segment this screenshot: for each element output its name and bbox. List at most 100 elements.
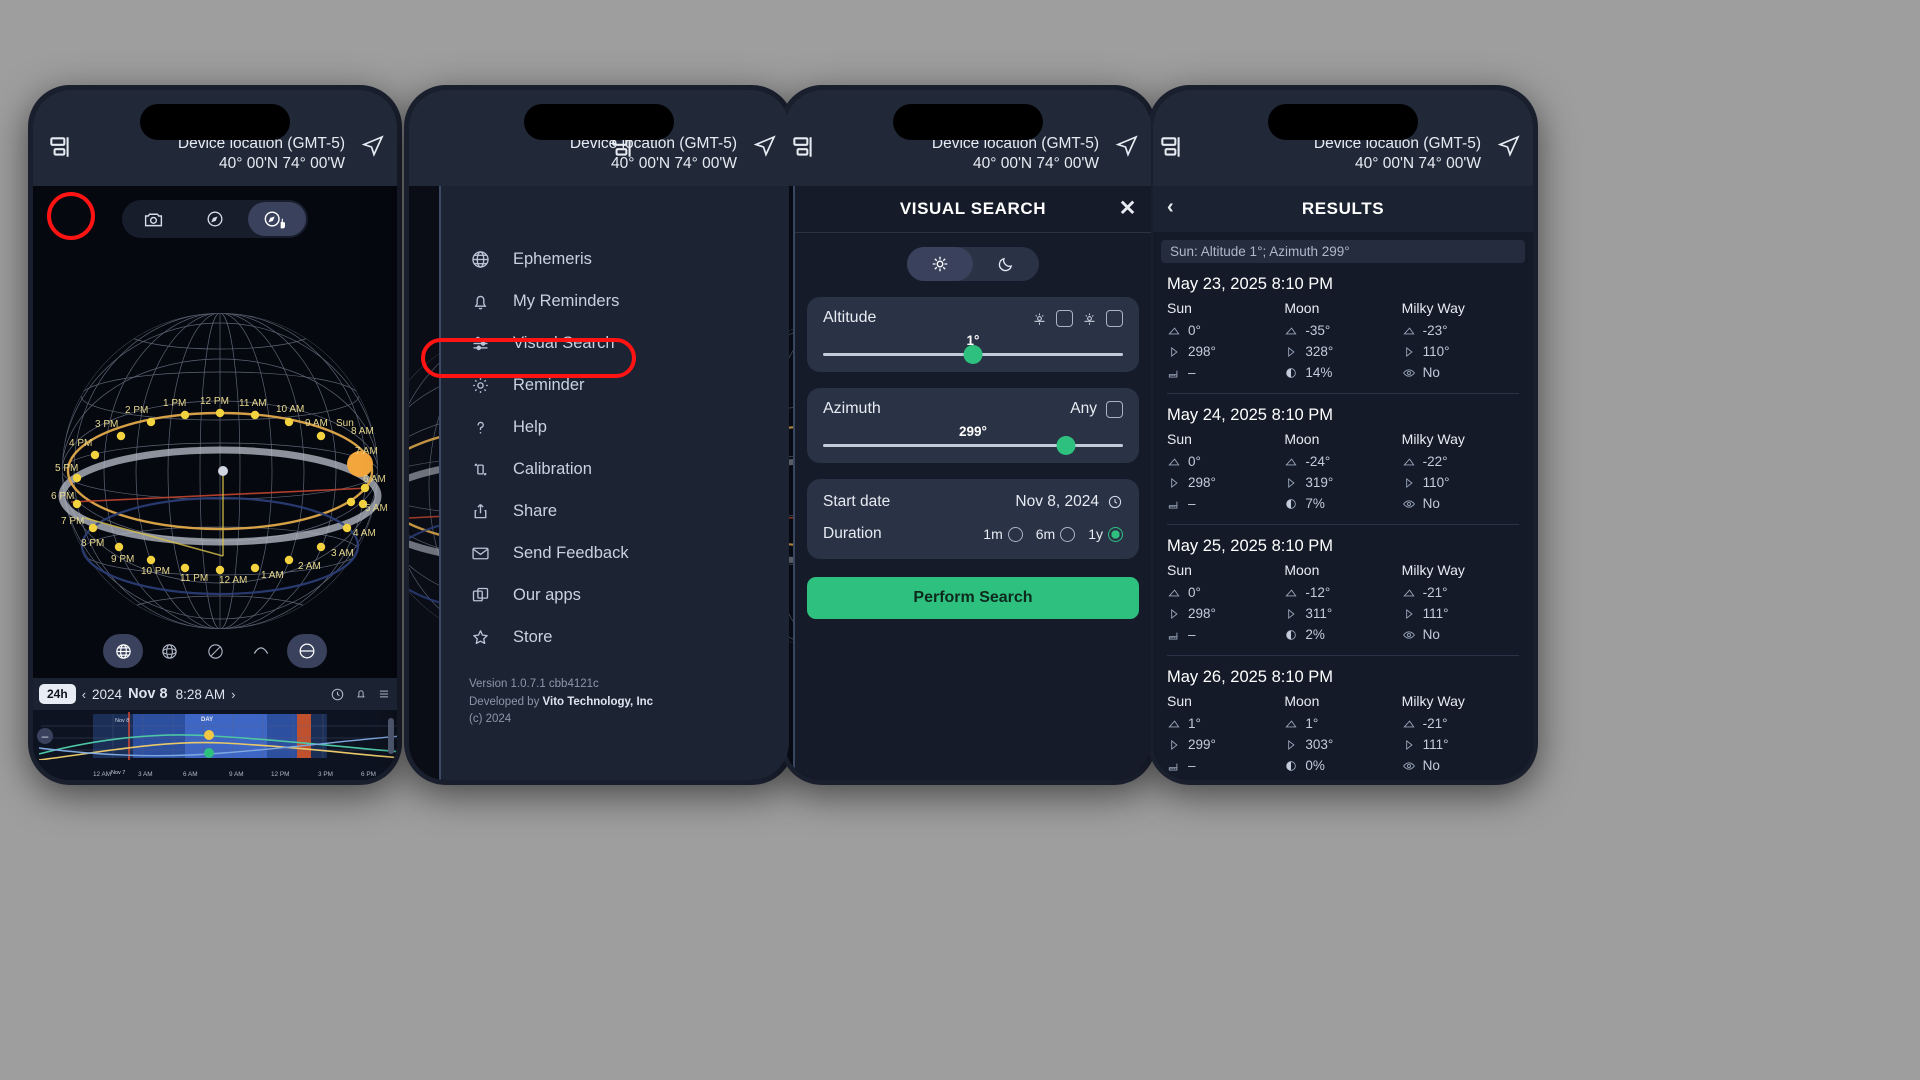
camera-icon-button[interactable] bbox=[124, 202, 182, 236]
location-readout: Device location (GMT-5) 40° 00'N 74° 00'… bbox=[178, 134, 345, 175]
duration-option-1m[interactable]: 1m bbox=[983, 526, 1023, 542]
navigate-icon[interactable] bbox=[361, 134, 387, 160]
menu-item-store[interactable]: Store bbox=[441, 616, 789, 658]
menu-icon[interactable] bbox=[47, 134, 73, 160]
chart-scrollbar[interactable] bbox=[388, 718, 394, 754]
menu-item-reminder[interactable]: Reminder bbox=[441, 364, 789, 406]
svg-text:4 PM: 4 PM bbox=[69, 438, 92, 449]
altitude-slider-knob[interactable] bbox=[963, 345, 983, 364]
result-value-azimuth: 111° bbox=[1422, 737, 1449, 752]
altitude-icon bbox=[1285, 326, 1297, 334]
menu-item-label: Our apps bbox=[513, 585, 581, 604]
more-icon[interactable] bbox=[377, 687, 391, 701]
year-label[interactable]: 2024 bbox=[92, 687, 122, 702]
globe-icon-button[interactable] bbox=[103, 634, 143, 668]
svg-text:6 AM: 6 AM bbox=[183, 771, 198, 778]
result-value-visible: No bbox=[1422, 365, 1440, 380]
duration-radio-1y[interactable] bbox=[1108, 526, 1123, 542]
result-date: May 25, 2025 8:10 PM bbox=[1167, 537, 1334, 555]
menu-item-label: Help bbox=[513, 417, 547, 436]
navigate-icon[interactable] bbox=[753, 134, 779, 160]
navigate-icon[interactable] bbox=[1497, 134, 1523, 160]
result-value-azimuth: 111° bbox=[1422, 606, 1449, 621]
results-list[interactable]: May 23, 2025 8:10 PM Sun 0° 298° – Moon -35° 32… bbox=[1153, 263, 1533, 780]
close-icon[interactable]: ✕ bbox=[1119, 198, 1137, 219]
phone-3-body: 10 AM9 AM Sun8 AM 7 AM6 AM 5 AM4 AM VISU… bbox=[785, 186, 1151, 780]
developer-line: Developed by Vito Technology, Inc bbox=[469, 694, 653, 711]
bell-icon bbox=[469, 290, 491, 312]
time-label[interactable]: 8:28 AM bbox=[176, 687, 226, 702]
ar-compass-icon-button[interactable] bbox=[248, 202, 306, 236]
azimuth-card: Azimuth Any 299° bbox=[807, 388, 1139, 463]
star-icon bbox=[472, 629, 488, 644]
menu-item-ephemeris[interactable]: Ephemeris bbox=[441, 238, 789, 280]
altitude-slider[interactable] bbox=[823, 345, 1123, 364]
result-line-altitude: -35° bbox=[1284, 320, 1401, 341]
duration-option-1y[interactable]: 1y bbox=[1088, 526, 1123, 542]
celestial-globe[interactable]: 12 PM 11 AM 10 AM 9 AM Sun 1 PM 2 PM 3 PM 4 … bbox=[33, 256, 397, 696]
azimuth-slider[interactable] bbox=[823, 436, 1123, 455]
azimuth-slider-knob[interactable] bbox=[1056, 436, 1076, 455]
sphere-grid-icon-button[interactable] bbox=[149, 634, 189, 668]
sunrise-checkbox[interactable] bbox=[1056, 309, 1073, 327]
svg-text:10 PM: 10 PM bbox=[141, 566, 170, 577]
sunset-checkbox[interactable] bbox=[1106, 309, 1123, 327]
menu-item-send-feedback[interactable]: Send Feedback bbox=[441, 532, 789, 574]
date-label[interactable]: Nov 8 bbox=[128, 686, 168, 702]
compass-icon-button[interactable] bbox=[186, 202, 244, 236]
result-group[interactable]: May 23, 2025 8:10 PM Sun 0° 298° – Moon -35° 32… bbox=[1153, 263, 1533, 383]
duration-radio-6m[interactable] bbox=[1060, 526, 1076, 542]
menu-item-my-reminders[interactable]: My Reminders bbox=[441, 280, 789, 322]
result-value-altitude: -22° bbox=[1422, 454, 1448, 469]
history-icon[interactable] bbox=[330, 687, 345, 702]
result-value-azimuth: 311° bbox=[1305, 606, 1333, 621]
next-button[interactable]: › bbox=[231, 687, 235, 702]
duration-label: Duration bbox=[823, 525, 882, 542]
menu-item-our-apps[interactable]: Our apps bbox=[441, 574, 789, 616]
result-line-azimuth: 328° bbox=[1284, 341, 1401, 362]
start-date-row[interactable]: Start date Nov 8, 2024 bbox=[823, 493, 1123, 511]
result-value-altitude: 0° bbox=[1188, 585, 1201, 600]
phone-notch bbox=[1268, 104, 1418, 140]
menu-item-share[interactable]: Share bbox=[441, 490, 789, 532]
date-duration-card: Start date Nov 8, 2024 Duration 1m 6m 1y bbox=[807, 479, 1139, 559]
moonphase-icon bbox=[1286, 498, 1297, 509]
result-columns: Sun 1° 299° – Moon 1° 303° 0% Milky Way -21° 111° N… bbox=[1167, 693, 1519, 776]
menu-item-help[interactable]: Help bbox=[441, 406, 789, 448]
horizon-up-icon-button[interactable] bbox=[241, 634, 281, 668]
result-columns: Sun 0° 298° – Moon -35° 328° 14% Milky Way -23° 11… bbox=[1167, 300, 1519, 383]
sun-mode-button[interactable] bbox=[907, 247, 973, 281]
result-value-altitude: -24° bbox=[1305, 454, 1331, 469]
back-icon[interactable]: ‹ bbox=[1167, 197, 1174, 217]
prev-button[interactable]: ‹ bbox=[82, 687, 86, 702]
menu-list: Ephemeris My Reminders Visual Search Remind… bbox=[441, 238, 789, 658]
menu-item-calibration[interactable]: Calibration bbox=[441, 448, 789, 490]
result-group[interactable]: May 26, 2025 8:10 PM Sun 1° 299° – Moon 1° 303°… bbox=[1153, 656, 1533, 776]
azimuth-any-checkbox[interactable] bbox=[1106, 400, 1123, 418]
moon-mode-button[interactable] bbox=[973, 247, 1039, 281]
chart-collapse-button[interactable]: – bbox=[37, 728, 53, 744]
result-columns: Sun 0° 298° – Moon -24° 319° 7% Milky Way -22° 110… bbox=[1167, 431, 1519, 514]
duration-radio-1m[interactable] bbox=[1007, 526, 1023, 542]
phone-3-visual-search: Device location (GMT-5) 40° 00'N 74° 00'… bbox=[780, 85, 1156, 785]
svg-text:1 PM: 1 PM bbox=[163, 398, 186, 409]
horizon-split-icon-button[interactable] bbox=[287, 634, 327, 668]
bell-icon[interactable] bbox=[354, 687, 368, 701]
phone-2-body: 10 AM9 AM Sun8 AM 7 AM6 AM 5 AM4 AM Ephe… bbox=[409, 186, 789, 780]
duration-option-6m[interactable]: 6m bbox=[1036, 526, 1076, 542]
moonphase-icon bbox=[1286, 760, 1297, 771]
span-24h-button[interactable]: 24h bbox=[39, 684, 76, 704]
menu-icon[interactable] bbox=[790, 134, 816, 160]
clock-icon[interactable] bbox=[1107, 494, 1123, 510]
altitude-timeline-chart[interactable]: Nov 8 Nov 7 DAY 12 AM 3 AM 6 AM 9 AM 12 PM… bbox=[33, 710, 397, 780]
menu-icon[interactable] bbox=[1158, 134, 1184, 160]
perform-search-button[interactable]: Perform Search bbox=[807, 577, 1139, 619]
duration-row: Duration 1m 6m 1y bbox=[823, 525, 1123, 543]
svg-text:6 PM: 6 PM bbox=[361, 771, 376, 778]
slash-circle-icon-button[interactable] bbox=[195, 634, 235, 668]
result-group[interactable]: May 25, 2025 8:10 PM Sun 0° 298° – Moon -12° 31… bbox=[1153, 525, 1533, 645]
navigate-icon[interactable] bbox=[1115, 134, 1141, 160]
svg-text:3 PM: 3 PM bbox=[318, 771, 333, 778]
result-group[interactable]: May 24, 2025 8:10 PM Sun 0° 298° – Moon -24° 31… bbox=[1153, 394, 1533, 514]
menu-item-visual-search[interactable]: Visual Search bbox=[441, 322, 789, 364]
